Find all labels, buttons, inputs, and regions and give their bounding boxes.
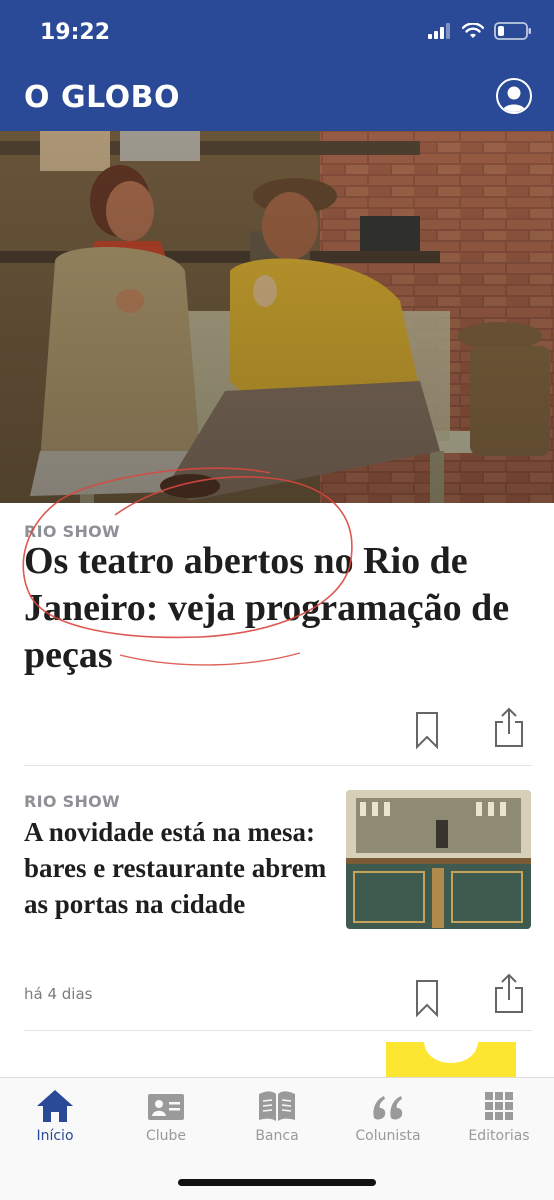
home-indicator [178,1179,376,1186]
article-kicker[interactable]: RIO SHOW [24,792,120,811]
tab-label: Editorias [468,1128,530,1144]
open-book-icon [259,1091,295,1121]
wifi-icon [462,23,484,38]
bookmark-button[interactable] [410,710,444,750]
profile-button[interactable] [496,78,532,114]
share-icon [495,973,523,1013]
user-avatar-icon [502,86,526,112]
divider [24,765,532,766]
tab-colunista[interactable]: Colunista [333,1088,443,1158]
bookmark-button[interactable] [410,978,444,1018]
hero-article-image[interactable] [0,131,554,503]
tab-label: Colunista [355,1128,421,1144]
tab-banca[interactable]: Banca [222,1088,332,1158]
member-card-icon [148,1094,184,1120]
tab-editorias[interactable]: Editorias [444,1088,554,1158]
share-button[interactable] [492,972,526,1013]
bookmark-icon [416,980,438,1018]
status-time: 19:22 [40,20,111,45]
tab-inicio[interactable]: Início [0,1088,110,1158]
brand-logo[interactable]: O GLOBO [24,80,180,115]
divider [24,1030,532,1031]
tab-label: Banca [255,1128,299,1144]
bookmark-icon [416,712,438,750]
tab-label: Clube [145,1128,187,1144]
grid-icon [485,1092,513,1120]
signal-icon [428,23,450,39]
quote-icon [373,1096,403,1120]
app-header: 19:22 O GLOBO [0,0,554,131]
article-headline[interactable]: A novidade está na mesa: bares e restaur… [24,814,329,922]
annotation-circle [22,467,353,666]
article-thumbnail[interactable] [346,790,531,929]
next-card-graphic[interactable] [386,1042,516,1078]
article-timestamp: há 4 dias [24,985,93,1003]
share-icon [495,707,523,747]
tab-clube[interactable]: Clube [111,1088,221,1158]
home-icon [37,1090,73,1122]
status-icons [428,22,532,40]
share-button[interactable] [492,706,526,747]
battery-icon [494,22,531,40]
tab-label: Início [36,1128,74,1144]
